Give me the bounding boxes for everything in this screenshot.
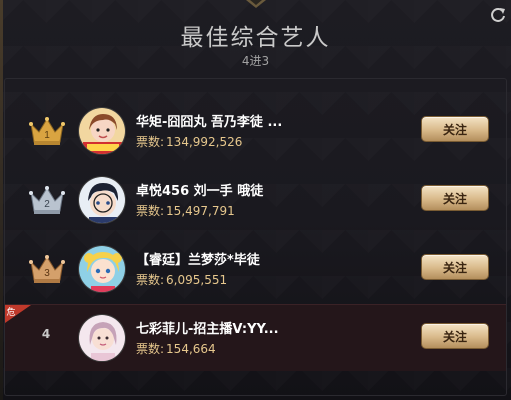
girl-avatar-icon[interactable] [78,107,126,155]
svg-text:危: 危 [6,306,15,318]
vote-count: 票数: 15,497,791 [136,202,235,219]
svg-text:2: 2 [44,199,50,210]
follow-button[interactable]: 关注 [421,116,489,142]
vote-count: 票数: 6,095,551 [136,271,227,288]
artist-name[interactable]: 华矩-囧囧丸 吾乃李徒 ... [136,111,321,130]
round-subtitle: 4进3 [241,54,270,68]
vote-label: 票数: [136,204,165,218]
gold-crown-icon: 1 [29,117,65,145]
sailor-moon-avatar-icon[interactable] [78,245,126,293]
svg-text:1: 1 [44,130,50,141]
vote-value: 6,095,551 [166,273,228,287]
anime-boy-avatar-icon[interactable] [78,176,126,224]
ranking-panel: 最佳综合艺人 4进3 1 华矩-囧囧丸 吾乃李徒 ... 票数: 134,992… [0,0,511,400]
rank-number: 4 [41,327,51,341]
list-item: 危 4 七彩菲儿-招主播V:YY... 票数: 154,664 关注 [5,304,506,371]
vote-value: 154,664 [166,342,216,356]
page-title: 最佳综合艺人 [180,25,331,51]
refresh-icon[interactable] [489,6,507,24]
danger-badge: 危 [5,305,31,323]
artist-name[interactable]: 七彩菲儿-招主播V:YY... [136,318,321,337]
follow-button[interactable]: 关注 [421,185,489,211]
list-item: 3 【睿廷】兰梦莎*毕徒 票数: 6,095,551 关注 [5,236,506,302]
vote-count: 票数: 154,664 [136,340,216,357]
vote-label: 票数: [136,135,165,149]
panel-header: 最佳综合艺人 4进3 [0,0,511,76]
follow-button[interactable]: 关注 [421,254,489,280]
vote-value: 15,497,791 [166,204,235,218]
artist-name[interactable]: 卓悦456 刘一手 哦徒 [136,180,321,199]
svg-text:3: 3 [44,268,50,279]
vote-value: 134,992,526 [166,135,243,149]
list-item: 1 华矩-囧囧丸 吾乃李徒 ... 票数: 134,992,526 关注 [5,98,506,164]
top-notch-decoration [246,0,266,8]
artist-name[interactable]: 【睿廷】兰梦莎*毕徒 [136,249,321,268]
follow-button[interactable]: 关注 [421,323,489,349]
vote-label: 票数: [136,273,165,287]
woman-avatar-icon[interactable] [78,314,126,362]
vote-count: 票数: 134,992,526 [136,133,242,150]
list-item: 2 卓悦456 刘一手 哦徒 票数: 15,497,791 关注 [5,167,506,233]
silver-crown-icon: 2 [29,186,65,214]
vote-label: 票数: [136,342,165,356]
bronze-crown-icon: 3 [29,255,65,283]
